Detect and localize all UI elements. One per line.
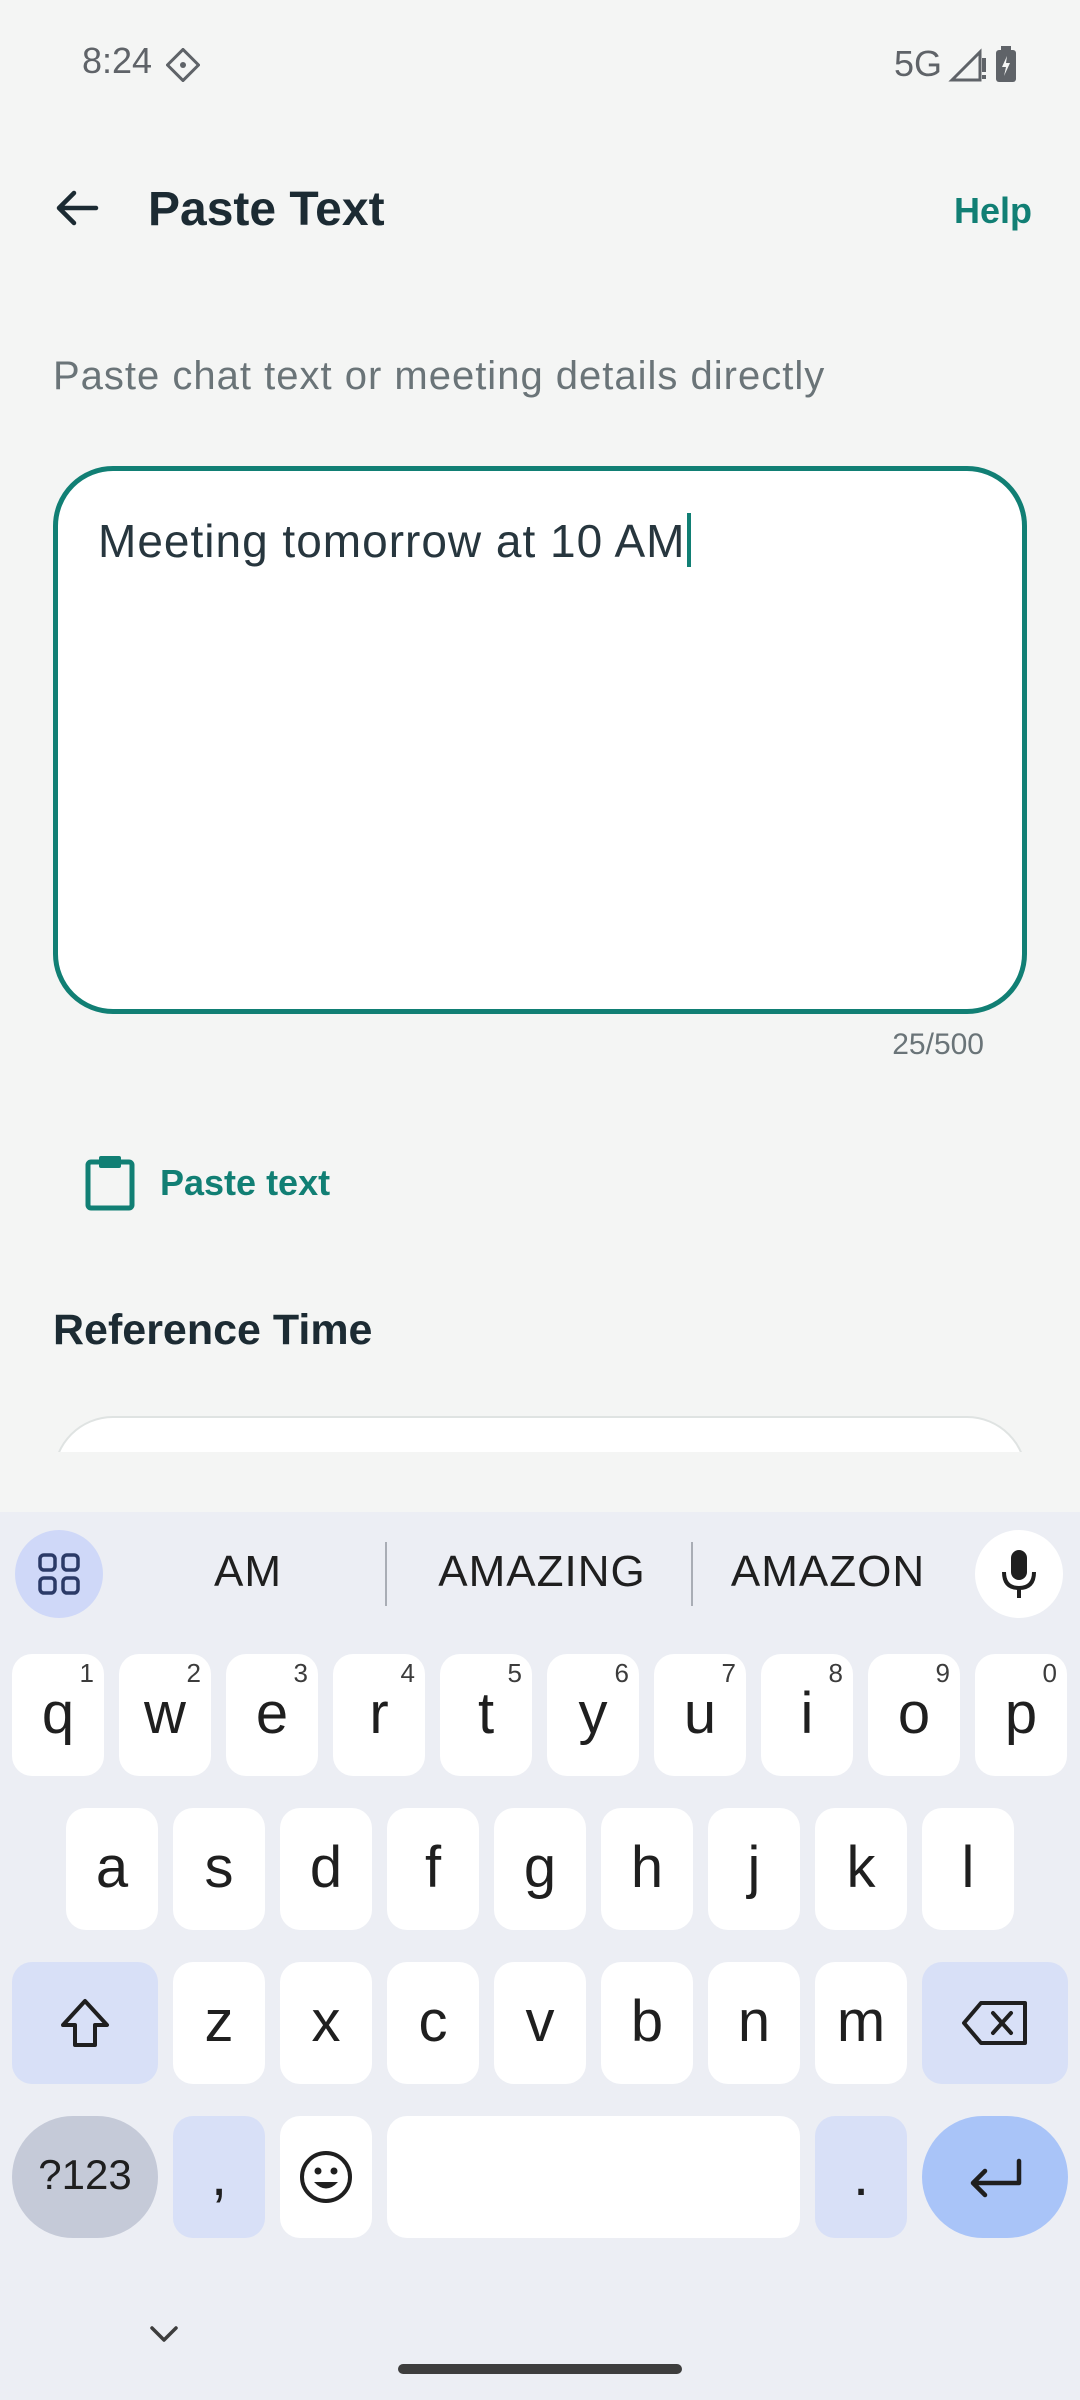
enter-icon	[970, 2158, 1022, 2198]
key-z[interactable]: z	[173, 1962, 265, 2084]
suggestion-divider	[385, 1542, 387, 1606]
arrow-back-icon	[56, 190, 99, 226]
key-r[interactable]: r4	[333, 1654, 425, 1776]
apps-grid-icon	[38, 1553, 80, 1595]
character-counter: 25/500	[892, 1028, 984, 1061]
soft-keyboard: AM AMAZING AMAZON q1 w2 e3 r4 t5 y6 u7 i…	[0, 1512, 1080, 2400]
key-h[interactable]: h	[601, 1808, 693, 1930]
suggestion-bar: AM AMAZING AMAZON	[0, 1512, 1080, 1636]
home-indicator[interactable]	[398, 2364, 682, 2374]
key-w[interactable]: w2	[119, 1654, 211, 1776]
key-f[interactable]: f	[387, 1808, 479, 1930]
comma-key[interactable]: ,	[173, 2116, 265, 2238]
signal-icon	[948, 48, 986, 82]
instruction-text: Paste chat text or meeting details direc…	[53, 354, 826, 398]
key-g[interactable]: g	[494, 1808, 586, 1930]
paste-text-area[interactable]: Meeting tomorrow at 10 AM	[53, 466, 1027, 1014]
key-u[interactable]: u7	[654, 1654, 746, 1776]
reference-time-heading: Reference Time	[53, 1306, 373, 1354]
key-l[interactable]: l	[922, 1808, 1014, 1930]
key-n[interactable]: n	[708, 1962, 800, 2084]
key-p[interactable]: p0	[975, 1654, 1067, 1776]
microphone-icon	[1002, 1550, 1036, 1598]
key-a[interactable]: a	[66, 1808, 158, 1930]
key-x[interactable]: x	[280, 1962, 372, 2084]
status-indicators: 5G	[894, 40, 1018, 88]
key-m[interactable]: m	[815, 1962, 907, 2084]
clipboard-icon	[85, 1156, 135, 1211]
suggestion-3[interactable]: AMAZON	[693, 1540, 963, 1604]
voice-input-button[interactable]	[975, 1530, 1063, 1618]
key-t[interactable]: t5	[440, 1654, 532, 1776]
keyboard-menu-button[interactable]	[15, 1530, 103, 1618]
key-i[interactable]: i8	[761, 1654, 853, 1776]
suggestion-1[interactable]: AM	[103, 1540, 393, 1604]
location-diamond-icon	[166, 48, 200, 82]
paste-text-label: Paste text	[160, 1162, 331, 1203]
key-s[interactable]: s	[173, 1808, 265, 1930]
space-key[interactable]	[387, 2116, 800, 2238]
period-key[interactable]: .	[815, 2116, 907, 2238]
key-o[interactable]: o9	[868, 1654, 960, 1776]
status-time: 8:24	[82, 40, 153, 81]
text-input-content: Meeting tomorrow at 10 AM	[98, 515, 686, 567]
key-e[interactable]: e3	[226, 1654, 318, 1776]
key-k[interactable]: k	[815, 1808, 907, 1930]
symbols-key[interactable]: ?123	[12, 2116, 158, 2238]
emoji-key[interactable]	[280, 2116, 372, 2238]
suggestion-2[interactable]: AMAZING	[393, 1540, 691, 1604]
status-bar: 8:24 5G	[0, 0, 1080, 128]
emoji-icon	[300, 2151, 352, 2203]
text-cursor	[687, 513, 692, 567]
key-c[interactable]: c	[387, 1962, 479, 2084]
key-q[interactable]: q1	[12, 1654, 104, 1776]
text-input-value: Meeting tomorrow at 10 AM	[98, 513, 692, 568]
hide-keyboard-chevron-icon[interactable]	[144, 2322, 184, 2346]
key-d[interactable]: d	[280, 1808, 372, 1930]
backspace-key[interactable]	[922, 1962, 1068, 2084]
network-type: 5G	[893, 43, 942, 84]
page-title: Paste Text	[148, 183, 385, 236]
key-b[interactable]: b	[601, 1962, 693, 2084]
battery-icon	[996, 46, 1016, 82]
key-y[interactable]: y6	[547, 1654, 639, 1776]
backspace-icon	[962, 2001, 1027, 2045]
scroll-clip	[0, 1452, 1080, 1512]
shift-icon	[61, 1999, 109, 2047]
back-button[interactable]	[44, 176, 108, 240]
enter-key[interactable]	[922, 2116, 1068, 2238]
key-v[interactable]: v	[494, 1962, 586, 2084]
paste-text-button[interactable]: Paste text	[84, 1148, 330, 1218]
key-j[interactable]: j	[708, 1808, 800, 1930]
help-link[interactable]: Help	[954, 190, 1032, 232]
shift-key[interactable]	[12, 1962, 158, 2084]
